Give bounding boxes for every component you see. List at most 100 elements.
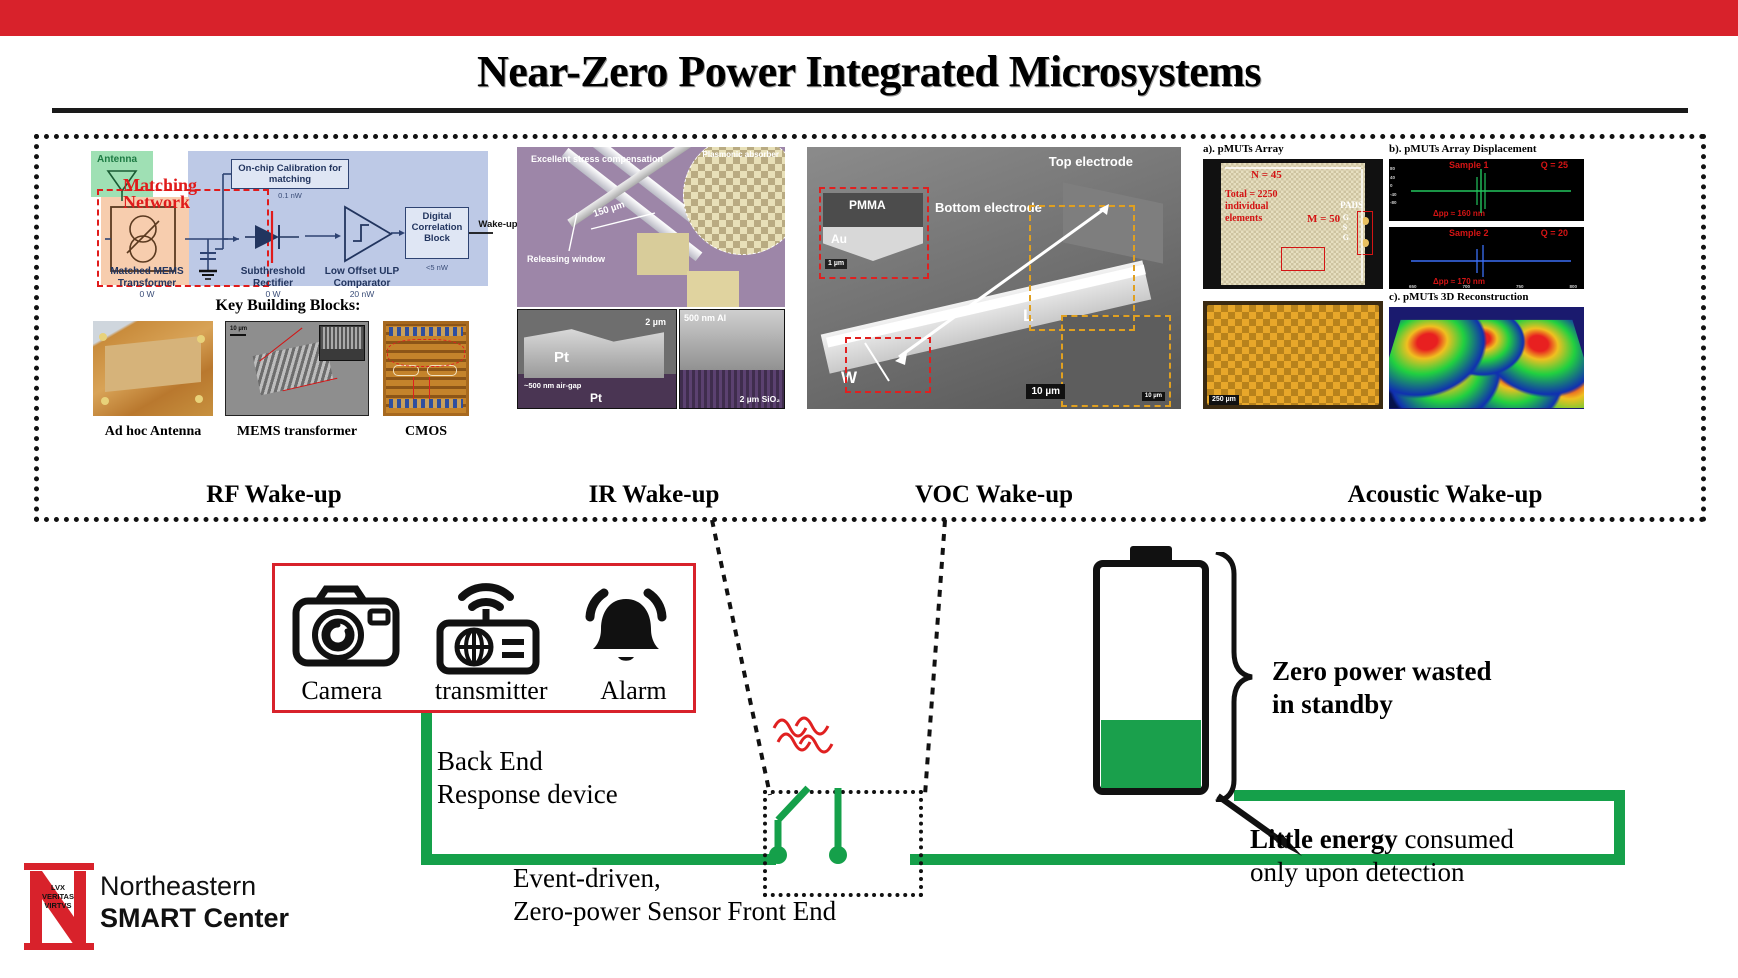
- ir-inset-right: 500 nm Al 2 µm SiO₂: [679, 309, 785, 409]
- logo-university-name: Northeastern: [100, 871, 257, 901]
- logo-motto: LVX VERITAS VIRTVS: [42, 883, 74, 910]
- sample2-xticks: 650 700 750 800: [1409, 284, 1577, 289]
- device-label-camera: Camera: [301, 676, 383, 705]
- sample1-trace: [1411, 169, 1571, 213]
- radio-transmitter-icon: [436, 582, 540, 674]
- comparator-caption: Low Offset ULP Comparator 20 nW: [319, 266, 405, 301]
- digital-correlation-power: <5 nW: [426, 263, 448, 272]
- detection-note-bold: Little energy: [1250, 824, 1398, 854]
- label-voc-wakeup: VOC Wake-up: [914, 481, 1074, 508]
- column-rf-wakeup: Antenna Matching Network On-chip Calibra…: [39, 139, 518, 517]
- device-label-transmitter: transmitter: [434, 676, 548, 705]
- motto-line2: VERITAS: [42, 892, 74, 901]
- displacement-plot-sample1: Sample 1 Q = 25 Δpp ≈ 160 nm 80 40 0 -40…: [1389, 159, 1584, 221]
- response-device-icons: [275, 572, 693, 677]
- ir-inset-thickness: 2 µm: [645, 317, 666, 327]
- ytick-2: 0: [1390, 183, 1393, 188]
- ytick-3: -40: [1390, 191, 1397, 197]
- pmuts-array-photo: N = 45 Total = 2250 individual elements …: [1203, 159, 1383, 289]
- wakeup-technologies-panel: Antenna Matching Network On-chip Calibra…: [34, 134, 1706, 522]
- acoustic-a-title: a). pMUTs Array: [1203, 143, 1284, 155]
- ir-inset-pt-top: Pt: [554, 349, 569, 366]
- pmuts-3d-reconstruction: [1389, 307, 1584, 409]
- comparator-name: Low Offset ULP Comparator: [324, 266, 400, 289]
- frontend-line1: Event-driven,: [513, 863, 661, 893]
- xtick-3: 800: [1569, 284, 1577, 289]
- camera-icon: [292, 585, 400, 666]
- label-rf-wakeup: RF Wake-up: [206, 481, 342, 508]
- green-wire-vertical-left: [421, 713, 432, 865]
- device-label-alarm: Alarm: [600, 676, 667, 705]
- motto-line3: VIRTVS: [44, 901, 72, 910]
- ytick-4: -80: [1390, 200, 1397, 205]
- thumbnail-ad-hoc-antenna: Ad hoc Antenna: [93, 321, 213, 439]
- mems-transformer-name: Matched MEMS Transformer: [110, 266, 184, 289]
- northeastern-smart-center-logo: LVX VERITAS VIRTVS Northeastern SMART Ce…: [18, 855, 328, 960]
- frontend-line2: Zero-power Sensor Front End: [513, 896, 837, 926]
- rf-block-diagram: Antenna Matching Network On-chip Calibra…: [53, 145, 518, 445]
- ir-inset-al: 500 nm Al: [684, 313, 727, 323]
- sample1-yticks: 80 40 0 -40 -80: [1390, 165, 1397, 208]
- ir-sem-image: Excellent stress compensation Releasing …: [517, 147, 785, 307]
- label-acoustic-wakeup: Acoustic Wake-up: [1347, 481, 1543, 508]
- voc-arrows: [864, 204, 1109, 382]
- battery-brace: [1215, 552, 1253, 802]
- ir-inset-left: Pt 2 µm ~500 nm air-gap Pt: [517, 309, 677, 409]
- column-ir-wakeup: Excellent stress compensation Releasing …: [509, 139, 799, 517]
- ir-inset-airgap: ~500 nm air-gap: [524, 380, 582, 390]
- ir-inset-pt-bottom: Pt: [590, 390, 602, 405]
- acoustic-a-title-wrap: a). pMUTs Array: [1203, 143, 1383, 155]
- mems-transformer-caption: Matched MEMS Transformer 0 W: [101, 266, 193, 301]
- frontend-text: Event-driven, Zero-power Sensor Front En…: [513, 862, 836, 928]
- xtick-2: 750: [1515, 284, 1524, 289]
- response-device-labels: Camera transmitter Alarm: [275, 676, 693, 706]
- digital-correlation-block: Digital Correlation Block: [405, 207, 469, 259]
- motto-line1: LVX: [50, 883, 65, 892]
- logo-center-name: SMART Center: [100, 903, 290, 933]
- acoustic-b-title: b). pMUTs Array Displacement: [1389, 143, 1537, 155]
- detection-note-rest: consumed: [1397, 824, 1514, 854]
- ir-annotation-arrows: [568, 212, 656, 252]
- page-title: Near-Zero Power Integrated Microsystems: [476, 47, 1262, 96]
- title-divider: [52, 108, 1688, 113]
- detection-note-line2: only upon detection: [1250, 857, 1465, 887]
- digital-correlation-label: Digital Correlation Block: [411, 211, 463, 244]
- battery-note-line1: Zero power wasted: [1272, 656, 1492, 686]
- backend-line1: Back End: [437, 746, 543, 776]
- rectifier-caption: Subthreshold Rectifier 0 W: [233, 266, 313, 301]
- detection-note: Little energy consumed only upon detecti…: [1250, 823, 1514, 889]
- backend-line2: Response device: [437, 779, 618, 809]
- displacement-plot-sample2: Sample 2 Q = 20 Δpp ≈ 170 nm 650 700 750…: [1389, 227, 1584, 289]
- pmuts-scale: 250 µm: [1209, 395, 1239, 405]
- matching-network-label: Matching Network: [123, 175, 197, 212]
- top-accent-bar: [0, 0, 1738, 36]
- ir-inset-sio2: 2 µm SiO₂: [739, 393, 780, 404]
- pmuts-array-zoom: 250 µm: [1203, 301, 1383, 409]
- rectifier-name: Subthreshold Rectifier: [240, 266, 306, 289]
- key-building-blocks-title: Key Building Blocks:: [215, 297, 361, 314]
- ytick-1: 40: [1390, 174, 1396, 180]
- detection-note-line1: Little energy consumed: [1250, 823, 1514, 856]
- sample2-trace: [1411, 245, 1571, 277]
- column-voc-wakeup: Top electrode Bottom electrode PMMA Au 1…: [799, 139, 1189, 517]
- pmuts-dimension-arrows: [1225, 167, 1363, 281]
- voc-sem-image: Top electrode Bottom electrode PMMA Au 1…: [807, 147, 1181, 409]
- thumbnail-caption-mems: MEMS transformer: [236, 424, 358, 439]
- xtick-0: 650: [1409, 284, 1417, 289]
- thumbnail-caption-antenna: Ad hoc Antenna: [104, 424, 202, 439]
- battery-charge-level: [1101, 720, 1201, 788]
- label-ir-wakeup: IR Wake-up: [588, 481, 720, 508]
- thumbnail-mems-transformer: 10 µm MEMS transformer: [225, 321, 369, 439]
- ytick-0: 80: [1390, 166, 1396, 171]
- backend-text: Back End Response device: [437, 745, 618, 811]
- response-devices-box: Camera transmitter Alarm: [272, 563, 696, 713]
- acoustic-c-title: c). pMUTs 3D Reconstruction: [1389, 291, 1529, 303]
- battery-note-line2: in standby: [1272, 689, 1393, 719]
- mems-scale-label: 10 µm: [230, 326, 248, 332]
- battery-note: Zero power wasted in standby: [1272, 655, 1491, 721]
- column-acoustic-wakeup: a). pMUTs Array N = 45 Total = 2250 indi…: [1189, 139, 1701, 517]
- xtick-1: 700: [1462, 284, 1470, 289]
- thumbnail-caption-cmos: CMOS: [405, 424, 447, 439]
- thumbnail-cmos: CMOS: [383, 321, 469, 439]
- switch-and-signal: [769, 716, 847, 864]
